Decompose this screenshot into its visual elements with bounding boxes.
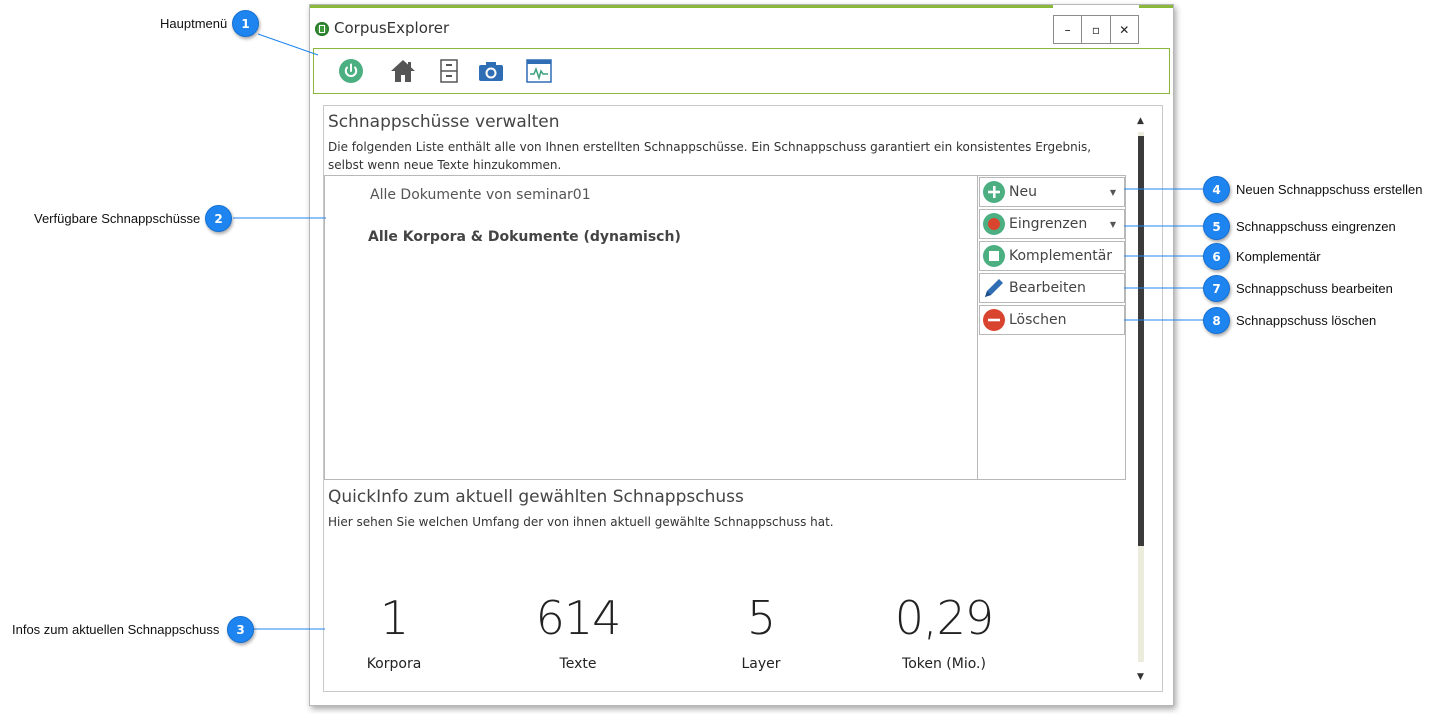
annotation-badge-2: 2: [205, 205, 232, 232]
annotation-badge-3: 3: [227, 616, 254, 643]
annotation-badge-4: 4: [1203, 176, 1230, 203]
annotation-text-3: Infos zum aktuellen Schnappschuss: [12, 622, 220, 637]
annotation-text-8: Schnappschuss löschen: [1236, 313, 1377, 328]
annotation-lines: [233, 33, 1203, 630]
annotation-text-5: Schnappschuss eingrenzen: [1236, 219, 1396, 234]
annotation-text-4: Neuen Schnappschuss erstellen: [1236, 182, 1423, 197]
annotation-badge-7: 7: [1203, 275, 1230, 302]
annotation-badge-5: 5: [1203, 213, 1230, 240]
annotation-text-6: Komplementär: [1236, 249, 1321, 264]
annotation-text-1: Hauptmenü: [160, 16, 228, 31]
annotation-badge-6: 6: [1203, 243, 1230, 270]
annotation-line-1: [257, 33, 319, 56]
annotation-text-2: Verfügbare Schnappschüsse: [34, 211, 201, 226]
annotation-badge-8: 8: [1203, 307, 1230, 334]
annotation-badge-1: 1: [232, 10, 259, 37]
annotation-text-7: Schnappschuss bearbeiten: [1236, 281, 1393, 296]
